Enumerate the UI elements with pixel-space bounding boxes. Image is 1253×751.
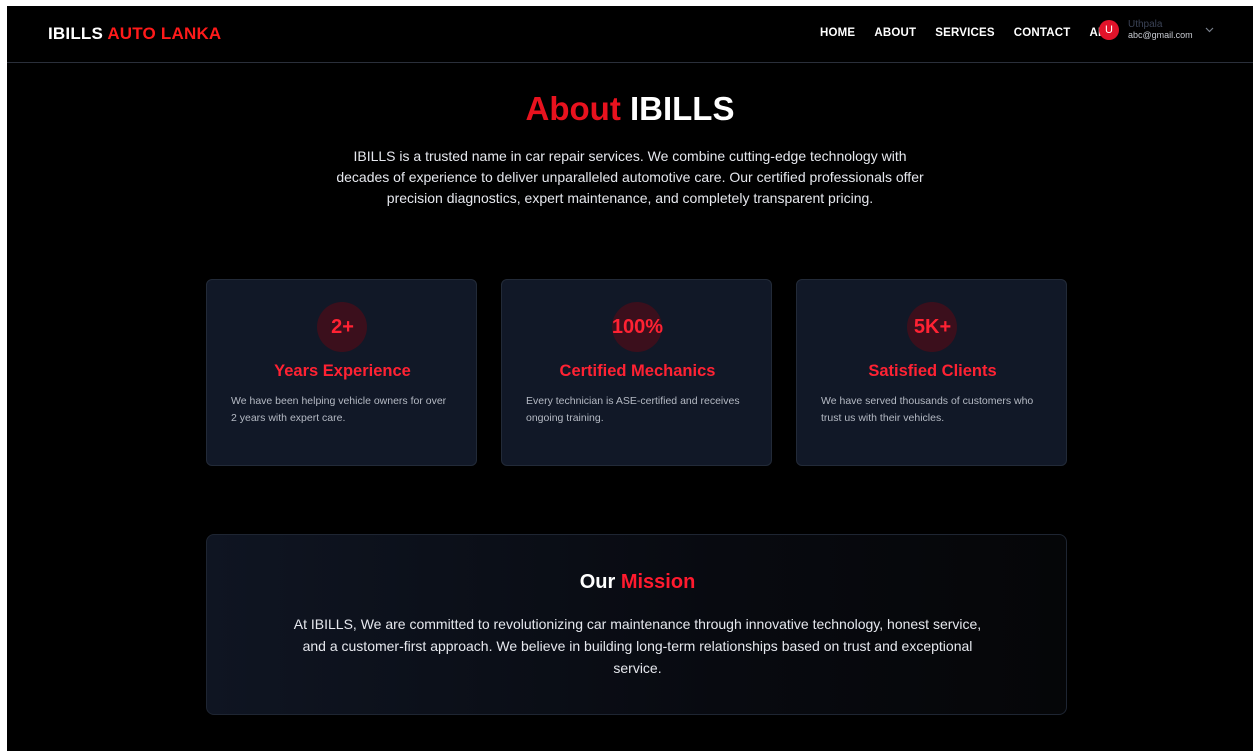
title-brand: IBILLS (629, 90, 735, 127)
stat-desc: Every technician is ASE-certified and re… (526, 395, 740, 424)
mission-section: Our Mission At IBILLS, We are committed … (206, 534, 1067, 715)
mission-title-our: Our (579, 571, 616, 593)
nav-about[interactable]: ABOUT (874, 27, 916, 39)
page-title: About IBILLS (7, 90, 1253, 128)
user-name: Uthpala (1128, 19, 1163, 30)
user-info: Uthpala abc@gmail.com (1128, 19, 1193, 41)
user-menu[interactable]: U Uthpala abc@gmail.com (1099, 19, 1214, 41)
stat-title: Certified Mechanics (559, 362, 716, 380)
intro-text: IBILLS is a trusted name in car repair s… (336, 148, 924, 206)
title-about: About (525, 90, 621, 127)
brand-name: IBILLS (48, 24, 104, 43)
chevron-down-icon[interactable] (1205, 25, 1214, 35)
stat-title: Years Experience (274, 362, 411, 380)
stat-card-experience: 2+ Years Experience We have been helping… (206, 279, 477, 466)
stat-value: 5K+ (913, 316, 952, 338)
stat-desc: We have been helping vehicle owners for … (231, 395, 447, 424)
nav-menu: HOME ABOUT SERVICES CONTACT AI (820, 27, 1101, 39)
brand-subname: AUTO LANKA (107, 24, 222, 43)
mission-title-mission: Mission (620, 571, 696, 593)
stat-card-certified: 100% Certified Mechanics Every technicia… (501, 279, 772, 466)
stat-card-clients: 5K+ Satisfied Clients We have served tho… (796, 279, 1067, 466)
nav-contact[interactable]: CONTACT (1014, 27, 1071, 39)
avatar[interactable]: U (1099, 20, 1119, 40)
nav-home[interactable]: HOME (820, 27, 855, 39)
stat-value: 100% (611, 316, 664, 338)
mission-text: At IBILLS, We are committed to revolutio… (293, 616, 982, 676)
stat-title: Satisfied Clients (868, 362, 997, 380)
nav-services[interactable]: SERVICES (935, 27, 995, 39)
stat-desc: We have served thousands of customers wh… (821, 395, 1034, 424)
brand-logo[interactable]: IBILLS AUTO LANKA (48, 24, 221, 44)
navbar: IBILLS AUTO LANKA HOME ABOUT SERVICES CO… (7, 6, 1253, 63)
page-frame: IBILLS AUTO LANKA HOME ABOUT SERVICES CO… (7, 6, 1253, 751)
stat-value: 2+ (331, 316, 354, 338)
mission-title: Our Mission (207, 571, 1068, 594)
user-email: abc@gmail.com (1128, 30, 1193, 40)
